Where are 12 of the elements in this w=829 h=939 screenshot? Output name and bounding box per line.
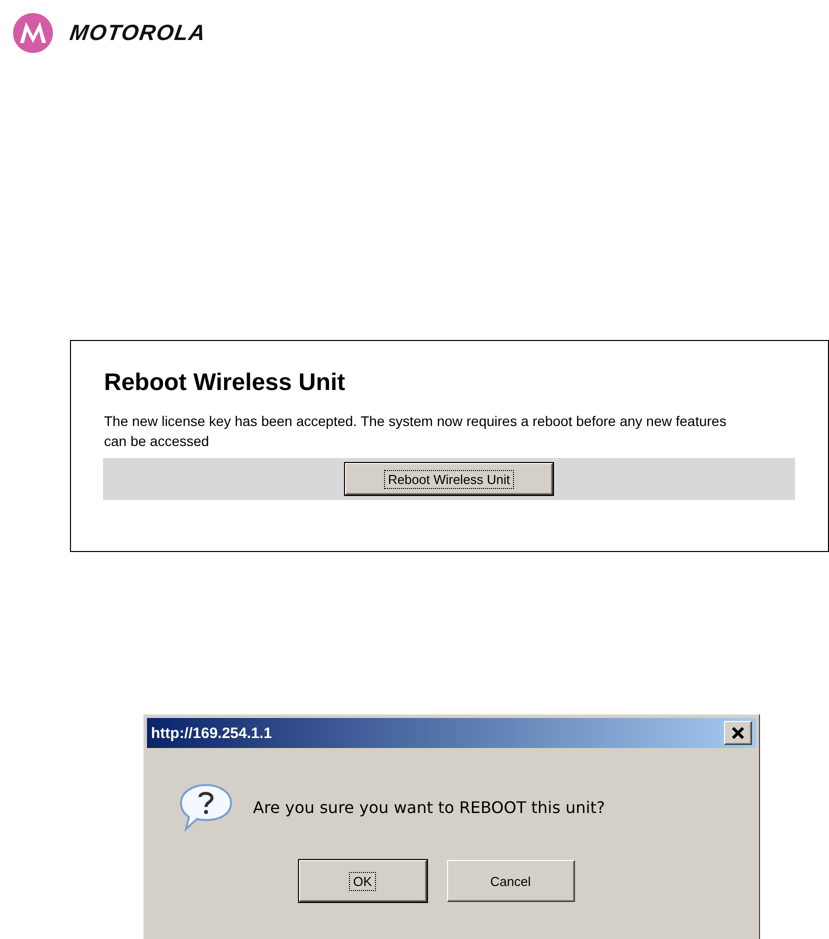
logo-icon xyxy=(12,12,54,54)
dialog-button[interactable]: OK xyxy=(298,860,426,902)
dialog-button[interactable]: Cancel xyxy=(446,860,574,902)
dialog-title: http://169.254.1.1 xyxy=(151,724,272,742)
close-button[interactable] xyxy=(724,721,752,745)
panel-heading: Reboot Wireless Unit xyxy=(104,369,346,397)
logo-wordmark: MOTOROLA xyxy=(68,20,208,46)
panel-message: The new license key has been accepted. The system now requires a reboot before any new features can be accessed xyxy=(104,412,728,451)
close-icon xyxy=(731,726,745,740)
reboot-button[interactable]: Reboot Wireless Unit xyxy=(345,463,553,495)
dialog-message: Are you sure you want to REBOOT this unit? xyxy=(253,798,605,816)
question-icon xyxy=(179,782,233,832)
